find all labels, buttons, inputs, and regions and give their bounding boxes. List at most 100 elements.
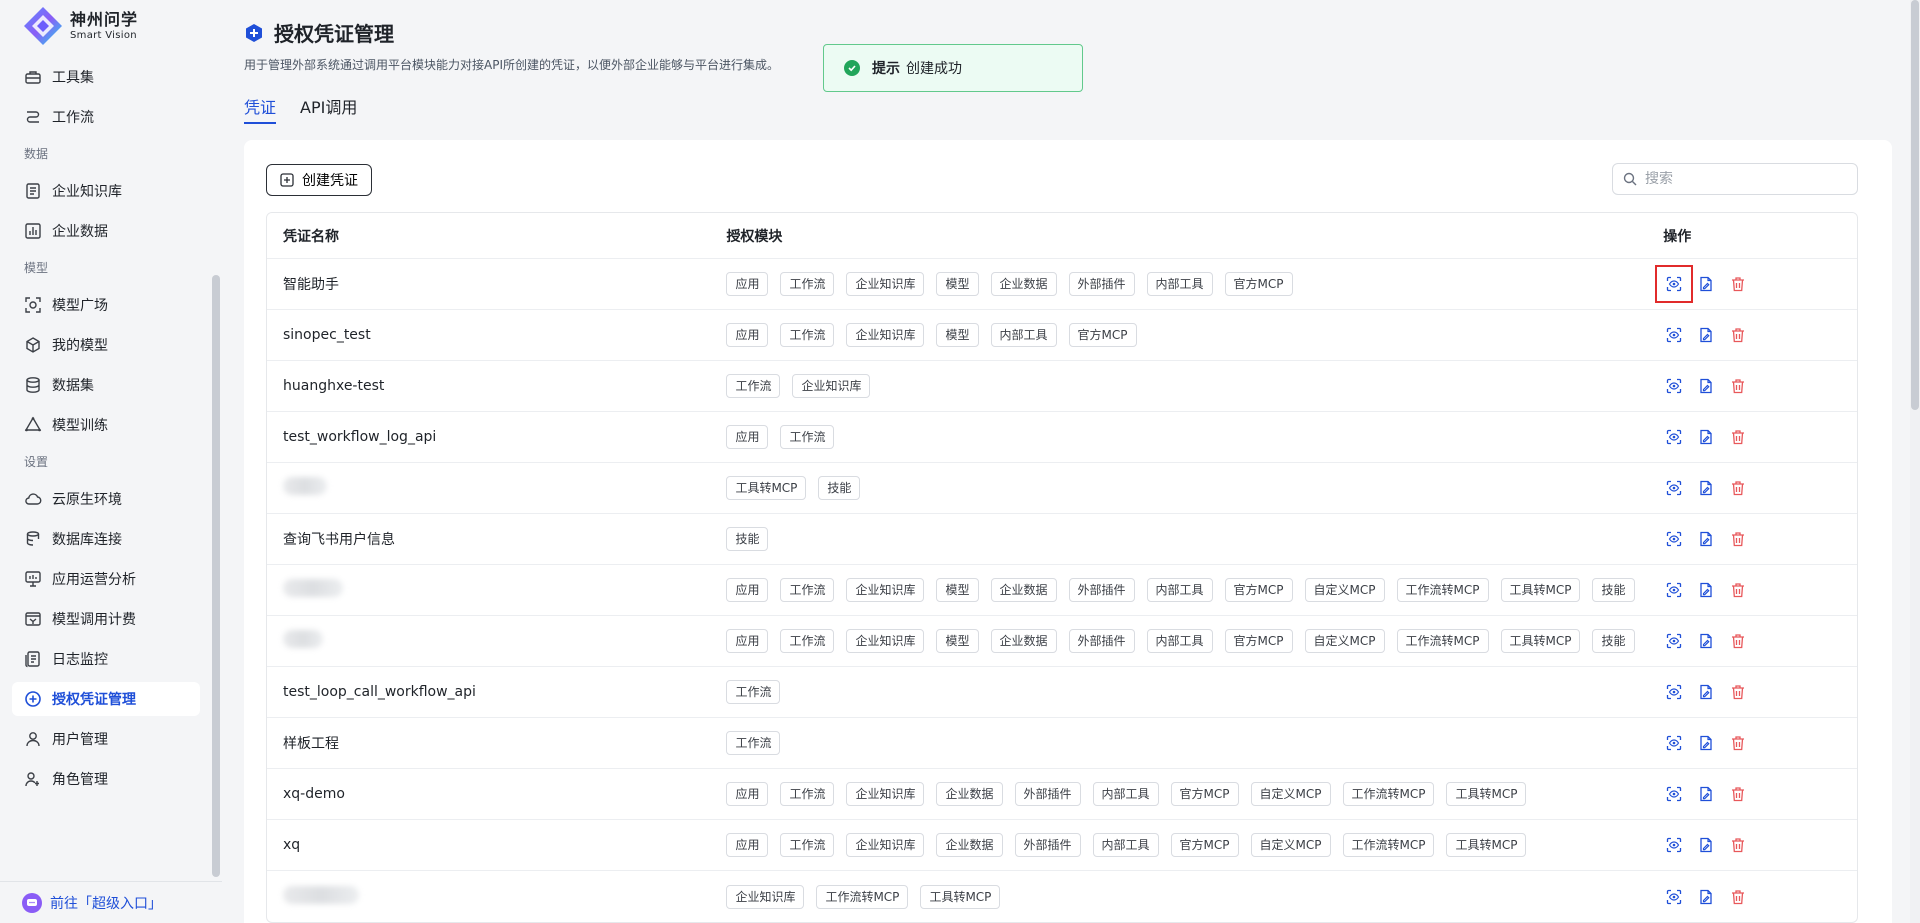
edit-document-button[interactable] [1695, 273, 1717, 295]
sidebar-item[interactable]: 授权凭证管理 [12, 682, 200, 716]
delete-button[interactable] [1727, 477, 1749, 499]
edit-document-button[interactable] [1695, 528, 1717, 550]
view-button[interactable] [1663, 324, 1685, 346]
sidebar-item[interactable]: 我的模型 [12, 328, 200, 362]
delete-button[interactable] [1727, 681, 1749, 703]
table-row[interactable]: 工具转MCP 技能 [267, 463, 1857, 514]
view-button[interactable] [1663, 579, 1685, 601]
table-row[interactable]: 智能助手 应用 工作流 企业知识库 模型 企业数据 外部插件 内部工具 官方MCP [267, 259, 1857, 310]
module-tag: 工作流转MCP [1342, 782, 1435, 806]
delete-button[interactable] [1727, 426, 1749, 448]
table-row[interactable]: test_loop_call_workflow_api 工作流 [267, 667, 1857, 718]
module-tags: 应用 工作流 企业知识库 模型 企业数据 外部插件 内部工具 官方MCP 自定义MCP 工作流转M… [726, 629, 1663, 653]
module-tag: 工作流 [726, 374, 781, 398]
table-row[interactable]: 企业知识库 工作流转MCP 工具转MCP [267, 871, 1857, 922]
view-button[interactable] [1663, 834, 1685, 856]
sidebar-item[interactable]: 用户管理 [12, 722, 200, 756]
sidebar-item[interactable]: 应用运营分析 [12, 562, 200, 596]
module-tag: 外部插件 [1014, 833, 1081, 857]
delete-button[interactable] [1727, 834, 1749, 856]
view-button[interactable] [1663, 681, 1685, 703]
delete-button[interactable] [1727, 324, 1749, 346]
sidebar-item[interactable]: 日志监控 [12, 642, 200, 676]
module-tag: 技能 [1592, 578, 1635, 602]
edit-document-button[interactable] [1695, 477, 1717, 499]
sidebar-scrollbar[interactable] [212, 275, 220, 877]
view-button[interactable] [1663, 886, 1685, 908]
table-row[interactable]: sinopec_test 应用 工作流 企业知识库 模型 内部工具 官方MCP [267, 310, 1857, 361]
sidebar-item[interactable]: 模型调用计费 [12, 602, 200, 636]
delete-button[interactable] [1727, 783, 1749, 805]
module-tag: 企业知识库 [846, 323, 925, 347]
monitor-icon [24, 570, 42, 588]
module-tag: 内部工具 [990, 323, 1057, 347]
table-row[interactable]: 查询飞书用户信息 技能 [267, 514, 1857, 565]
sidebar-item[interactable]: 数据库连接 [12, 522, 200, 556]
delete-icon [1730, 531, 1746, 547]
sidebar-item[interactable]: 角色管理 [12, 762, 200, 796]
view-button[interactable] [1663, 732, 1685, 754]
sidebar-item[interactable]: 模型广场 [12, 288, 200, 322]
edit-document-button[interactable] [1695, 324, 1717, 346]
view-button[interactable] [1663, 375, 1685, 397]
tab[interactable]: API调用 [300, 94, 357, 124]
edit-document-button[interactable] [1695, 630, 1717, 652]
table-row[interactable]: test_workflow_log_api 应用 工作流 [267, 412, 1857, 463]
table-row[interactable]: xq 应用 工作流 企业知识库 企业数据 外部插件 内部工具 官方MCP 自定义MCP 工作流转M… [267, 820, 1857, 871]
delete-button[interactable] [1727, 273, 1749, 295]
module-tag: 技能 [726, 527, 769, 551]
edit-document-button[interactable] [1695, 375, 1717, 397]
delete-button[interactable] [1727, 375, 1749, 397]
sidebar-item-label: 模型广场 [52, 298, 108, 314]
page-scrollbar[interactable] [1910, 0, 1920, 923]
sidebar-item[interactable]: 模型训练 [12, 408, 200, 442]
delete-icon [1730, 276, 1746, 292]
sidebar-item[interactable]: 数据集 [12, 368, 200, 402]
edit-document-button[interactable] [1695, 426, 1717, 448]
view-button[interactable] [1663, 783, 1685, 805]
table-row[interactable]: 样板工程 工作流 [267, 718, 1857, 769]
delete-button[interactable] [1727, 732, 1749, 754]
search-icon [1623, 172, 1637, 186]
create-credential-button[interactable]: 创建凭证 [266, 164, 372, 196]
sidebar-item[interactable]: 云原生环境 [12, 482, 200, 516]
header-actions: 操作 [1663, 228, 1692, 245]
view-button[interactable] [1663, 528, 1685, 550]
sidebar-item[interactable]: 企业数据 [12, 214, 200, 248]
edit-document-button[interactable] [1695, 783, 1717, 805]
table-row[interactable]: huanghxe-test 工作流 企业知识库 [267, 361, 1857, 412]
edit-document-button[interactable] [1695, 886, 1717, 908]
edit-document-button[interactable] [1695, 579, 1717, 601]
edit-document-button[interactable] [1695, 681, 1717, 703]
nav-section-label: 模型 [24, 261, 49, 275]
module-tag: 工作流转MCP [1396, 629, 1489, 653]
sidebar-item-label: 数据集 [52, 378, 94, 394]
view-button[interactable] [1663, 477, 1685, 499]
page-description: 用于管理外部系统通过调用平台模块能力对接API所创建的凭证，以便外部企业能够与平… [244, 58, 779, 72]
sidebar-item[interactable]: 企业知识库 [12, 174, 200, 208]
delete-button[interactable] [1727, 528, 1749, 550]
edit-document-button[interactable] [1695, 732, 1717, 754]
table-row[interactable]: 应用 工作流 企业知识库 模型 企业数据 外部插件 内部工具 官方MCP 自定义MCP 工作流转M… [267, 616, 1857, 667]
super-entry-link[interactable]: 前往「超级入口」 [0, 881, 222, 923]
module-tag: 工作流 [780, 425, 835, 449]
delete-button[interactable] [1727, 579, 1749, 601]
edit-document-button[interactable] [1695, 834, 1717, 856]
credential-card: 创建凭证 凭证名称 授权模块 操作 智能助手应用工作流企业知识库模型企业数据外部… [244, 140, 1892, 923]
search-box[interactable] [1612, 163, 1858, 195]
table-row[interactable]: 应用 工作流 企业知识库 模型 企业数据 外部插件 内部工具 官方MCP 自定义MCP 工作流转M… [267, 565, 1857, 616]
search-input[interactable] [1645, 171, 1845, 187]
brand-logo[interactable]: 神州问学 Smart Vision [22, 6, 138, 46]
view-button[interactable] [1655, 265, 1694, 303]
sidebar-item[interactable]: 工具集 [12, 60, 200, 94]
view-button[interactable] [1663, 630, 1685, 652]
view-button[interactable] [1663, 426, 1685, 448]
sidebar-item-label: 授权凭证管理 [52, 692, 136, 708]
page-scrollbar-thumb[interactable] [1911, 0, 1919, 410]
sidebar-item-label: 工作流 [52, 110, 94, 126]
table-row[interactable]: xq-demo 应用 工作流 企业知识库 企业数据 外部插件 内部工具 官方MCP 自定义MCP… [267, 769, 1857, 820]
tab[interactable]: 凭证 [244, 94, 277, 124]
sidebar-item[interactable]: 工作流 [12, 100, 200, 134]
delete-button[interactable] [1727, 630, 1749, 652]
delete-button[interactable] [1727, 886, 1749, 908]
